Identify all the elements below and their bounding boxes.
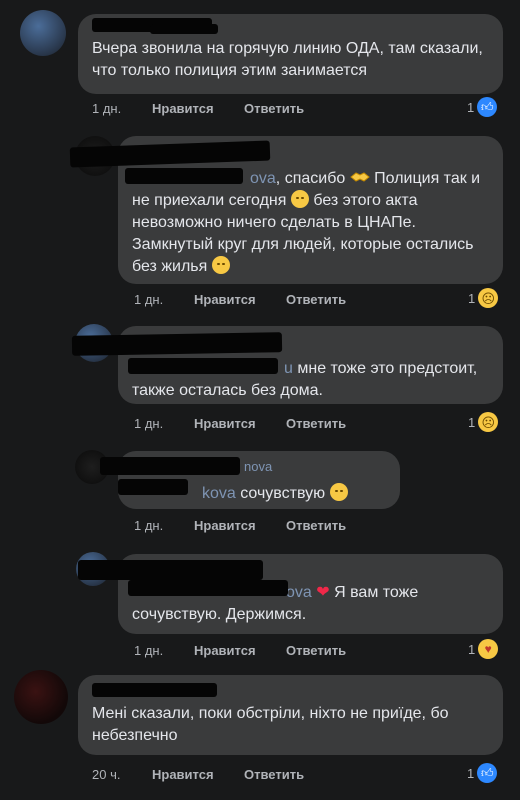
redacted-author-fragment: nova — [244, 459, 273, 474]
reaction-count: 1 — [468, 290, 476, 306]
comment-time[interactable]: 20 ч. — [92, 767, 152, 782]
reaction-count: 1 — [467, 99, 475, 115]
reply-button[interactable]: Ответить — [244, 101, 304, 116]
comment-text: сочувствую — [235, 485, 326, 502]
pensive-face-icon — [329, 483, 348, 501]
like-icon: 👍︎ — [477, 763, 498, 783]
comment-1: Вчера звонила на горячую линию ОДА, там … — [0, 0, 520, 130]
comment-text: Я вам тоже — [329, 584, 419, 601]
redacted-author-name — [71, 332, 283, 356]
redacted-mention[interactable]: ova — [250, 170, 276, 187]
redacted-author-name — [125, 168, 243, 184]
reaction-count: 1 — [467, 765, 475, 781]
redacted-author-name — [128, 580, 288, 596]
redacted-author-name — [92, 683, 217, 697]
comment-time[interactable]: 1 дн. — [134, 416, 194, 431]
comment-actions: 1 дн. Нравится Ответить — [134, 416, 346, 431]
reaction-count: 1 — [468, 641, 476, 657]
reply-button[interactable]: Ответить — [286, 292, 346, 307]
redacted-author-name — [118, 479, 188, 495]
comment-time[interactable]: 1 дн. — [134, 292, 194, 307]
comment-text: , спасибо — [275, 170, 346, 187]
sad-icon: ☹︎ — [478, 288, 499, 308]
avatar[interactable] — [14, 670, 68, 724]
reaction-summary[interactable]: 1 ☹︎ — [468, 288, 499, 308]
redacted-mention[interactable]: u — [284, 360, 293, 377]
like-button[interactable]: Нравится — [194, 643, 286, 658]
comment-time[interactable]: 1 дн. — [134, 643, 194, 658]
reply-button[interactable]: Ответить — [244, 767, 304, 782]
sad-icon: ☹︎ — [478, 412, 499, 432]
reaction-summary[interactable]: 1 👍︎ — [467, 97, 498, 117]
reply-button[interactable]: Ответить — [286, 416, 346, 431]
like-button[interactable]: Нравится — [194, 292, 286, 307]
handshake-icon — [349, 172, 370, 182]
comment-5: ova ❤ Я вам тоже сочувствую. Держимся. 1… — [0, 550, 520, 665]
comment-3: u мне тоже это предстоит, также осталась… — [0, 320, 520, 445]
comment-4: kova сочувствую nova 1 дн. Нравится Отве… — [0, 445, 520, 550]
reaction-summary[interactable]: 1 ☹︎ — [468, 412, 499, 432]
comment-text: Мені сказали, поки обстріли, ніхто не пр… — [92, 705, 449, 744]
comment-actions: 1 дн. Нравится Ответить — [92, 101, 304, 116]
comment-text: Вчера звонила на горячую линию ОДА, там … — [92, 40, 483, 79]
like-icon: 👍︎ — [477, 97, 498, 117]
redacted-author-name — [100, 457, 240, 475]
redacted-author-name — [150, 24, 218, 34]
redacted-author-name — [78, 560, 263, 580]
reply-button[interactable]: Ответить — [286, 643, 346, 658]
like-button[interactable]: Нравится — [194, 518, 286, 533]
comment-6: Мені сказали, поки обстріли, ніхто не пр… — [0, 665, 520, 800]
redacted-mention[interactable]: kova — [202, 485, 236, 502]
avatar[interactable] — [20, 10, 66, 56]
redacted-mention[interactable]: ova — [286, 584, 312, 601]
comment-time[interactable]: 1 дн. — [134, 518, 194, 533]
comment-actions: 1 дн. Нравится Ответить — [134, 292, 346, 307]
comment-time[interactable]: 1 дн. — [92, 101, 152, 116]
reaction-count: 1 — [468, 414, 476, 430]
redacted-author-name — [128, 358, 278, 374]
comment-2: ova, спасибо Полиция так и не приехали с… — [0, 130, 520, 320]
comment-actions: 1 дн. Нравится Ответить — [134, 643, 346, 658]
comment-actions: 1 дн. Нравится Ответить — [134, 518, 346, 533]
care-icon: ♥ — [478, 639, 499, 659]
reply-button[interactable]: Ответить — [286, 518, 346, 533]
comment-text: сочувствую. Держимся. — [132, 606, 307, 623]
reaction-summary[interactable]: 1 ♥ — [468, 639, 499, 659]
pensive-face-icon — [290, 190, 309, 208]
reaction-summary[interactable]: 1 👍︎ — [467, 763, 498, 783]
heart-icon: ❤ — [316, 584, 330, 601]
pensive-face-icon — [211, 256, 230, 274]
like-button[interactable]: Нравится — [152, 767, 244, 782]
comment-actions: 20 ч. Нравится Ответить — [92, 767, 304, 782]
like-button[interactable]: Нравится — [152, 101, 244, 116]
like-button[interactable]: Нравится — [194, 416, 286, 431]
